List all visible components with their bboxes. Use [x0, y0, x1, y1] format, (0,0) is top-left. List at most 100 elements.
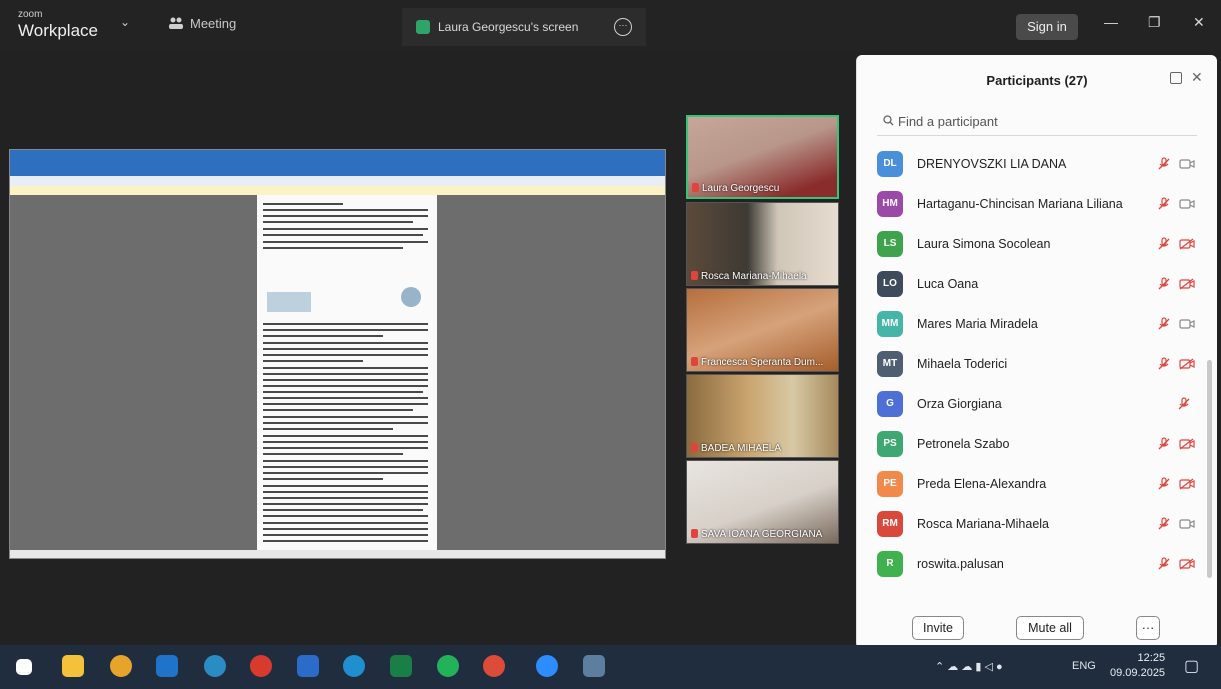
chrome-icon[interactable] — [110, 655, 132, 677]
clock-time: 12:25 — [1137, 652, 1166, 664]
doc-line — [263, 528, 428, 530]
language-indicator[interactable]: ENG — [1072, 660, 1096, 672]
video-tile[interactable]: SAVA IOANA GEORGIANA — [686, 460, 839, 544]
chrome-profile-icon[interactable] — [483, 655, 505, 677]
mic-muted-icon[interactable] — [1157, 197, 1171, 211]
participant-row[interactable]: MM Mares Maria Miradela — [857, 305, 1207, 345]
mic-muted-icon[interactable] — [1157, 277, 1171, 291]
mic-muted-icon[interactable] — [1157, 357, 1171, 371]
participant-name: Orza Giorgiana — [917, 397, 1002, 411]
avatar: PS — [877, 431, 903, 457]
more-options-icon[interactable]: ··· — [614, 18, 632, 36]
doc-line — [263, 497, 428, 499]
outlook-icon[interactable] — [156, 655, 178, 677]
chevron-down-icon[interactable]: ⌄ — [120, 15, 130, 29]
video-tile[interactable]: Francesca Speranta Dum... — [686, 288, 839, 372]
doc-line — [263, 509, 423, 511]
tray-icons[interactable]: ⌃ ☁ ☁ ▮ ◁ ● — [935, 660, 1003, 673]
doc-line — [263, 373, 428, 375]
excel-icon[interactable] — [390, 655, 412, 677]
participant-row[interactable]: PE Preda Elena-Alexandra — [857, 465, 1207, 505]
file-explorer-icon[interactable] — [62, 655, 84, 677]
video-off-icon[interactable] — [1179, 478, 1195, 490]
participant-list-scrollbar[interactable] — [1207, 360, 1212, 578]
word-icon[interactable] — [297, 655, 319, 677]
mic-muted-icon — [691, 443, 698, 452]
participant-row[interactable]: DL DRENYOVSZKI LIA DANA — [857, 145, 1207, 185]
video-tile[interactable]: BADEA MIHAELA — [686, 374, 839, 458]
mic-muted-icon[interactable] — [1177, 397, 1191, 411]
sign-in-button[interactable]: Sign in — [1016, 14, 1078, 40]
video-icon[interactable] — [1179, 198, 1195, 210]
mic-muted-icon[interactable] — [1157, 517, 1171, 531]
mute-all-button[interactable]: Mute all — [1016, 616, 1084, 640]
participant-row[interactable]: PS Petronela Szabo — [857, 425, 1207, 465]
video-icon[interactable] — [1179, 518, 1195, 530]
zoom-taskbar-icon[interactable] — [536, 655, 558, 677]
doc-line — [263, 228, 428, 230]
taskbar-clock[interactable]: 12:25 09.09.2025 — [1110, 651, 1165, 681]
shared-screen — [9, 149, 666, 559]
mic-muted-icon — [691, 357, 698, 366]
zoom-workplace-logo[interactable]: zoom Workplace — [18, 10, 98, 40]
windows-start-icon[interactable] — [16, 659, 32, 675]
doc-line — [263, 379, 428, 381]
notification-icon[interactable]: ▢ — [1184, 656, 1199, 676]
doc-seal — [401, 287, 421, 307]
mic-muted-icon[interactable] — [1157, 437, 1171, 451]
video-icon[interactable] — [1179, 318, 1195, 330]
participant-row[interactable]: LS Laura Simona Socolean — [857, 225, 1207, 265]
video-off-icon[interactable] — [1179, 438, 1195, 450]
participant-name: Rosca Mariana-Mihaela — [917, 517, 1050, 531]
edge-icon[interactable] — [343, 655, 365, 677]
video-tile-name: SAVA IOANA GEORGIANA — [691, 529, 822, 540]
video-tile-name: Francesca Speranta Dum... — [691, 357, 823, 368]
video-off-icon[interactable] — [1179, 358, 1195, 370]
participant-row[interactable]: HM Hartaganu-Chincisan Mariana Liliana — [857, 185, 1207, 225]
video-off-icon[interactable] — [1179, 238, 1195, 250]
video-icon[interactable] — [1179, 158, 1195, 170]
doc-line — [263, 367, 428, 369]
mic-muted-icon[interactable] — [1157, 237, 1171, 251]
participant-row[interactable]: RM Rosca Mariana-Mihaela — [857, 505, 1207, 545]
more-options-button[interactable]: ··· — [1136, 616, 1160, 640]
participant-search-input[interactable]: Find a participant — [877, 110, 1197, 136]
participant-row[interactable]: G Orza Giorgiana — [857, 385, 1207, 425]
video-off-icon[interactable] — [1179, 278, 1195, 290]
mic-muted-icon[interactable] — [1157, 557, 1171, 571]
mic-muted-icon[interactable] — [1157, 477, 1171, 491]
invite-button[interactable]: Invite — [912, 616, 964, 640]
close-icon[interactable]: ✕ — [1191, 69, 1203, 86]
video-tile-active-speaker[interactable]: Laura Georgescu — [686, 115, 839, 199]
avatar: R — [877, 551, 903, 577]
video-off-icon[interactable] — [1179, 558, 1195, 570]
tab-meeting[interactable]: Meeting — [168, 16, 236, 31]
doc-line — [263, 466, 428, 468]
tab-meeting-label: Meeting — [190, 16, 237, 31]
calculator-icon[interactable] — [583, 655, 605, 677]
popout-icon[interactable] — [1170, 72, 1182, 84]
tab-shared-screen[interactable]: Laura Georgescu's screen ··· — [402, 8, 646, 46]
app-icon[interactable] — [204, 655, 226, 677]
tab-shared-screen-label: Laura Georgescu's screen — [438, 20, 579, 34]
close-window-button[interactable]: ✕ — [1193, 14, 1205, 31]
doc-line — [263, 447, 428, 449]
doc-line — [263, 441, 428, 443]
doc-line — [263, 221, 413, 223]
video-tile[interactable]: Rosca Mariana-Mihaela — [686, 202, 839, 286]
mic-muted-icon[interactable] — [1157, 317, 1171, 331]
app-red-icon[interactable] — [250, 655, 272, 677]
whatsapp-icon[interactable] — [437, 655, 459, 677]
participant-row[interactable]: MT Mihaela Toderici — [857, 345, 1207, 385]
mic-muted-icon[interactable] — [1157, 157, 1171, 171]
avatar: DL — [877, 151, 903, 177]
participant-row[interactable]: Rroswita.palusan — [857, 545, 1207, 585]
doc-line — [263, 215, 428, 217]
avatar: PE — [877, 471, 903, 497]
restore-button[interactable]: ❐ — [1148, 14, 1161, 31]
doc-line — [263, 391, 423, 393]
participant-row[interactable]: LO Luca Oana — [857, 265, 1207, 305]
minimize-button[interactable]: — — [1104, 14, 1118, 30]
video-tile-name-text: BADEA MIHAELA — [701, 443, 782, 454]
participant-name: Laura Simona Socolean — [917, 237, 1051, 251]
